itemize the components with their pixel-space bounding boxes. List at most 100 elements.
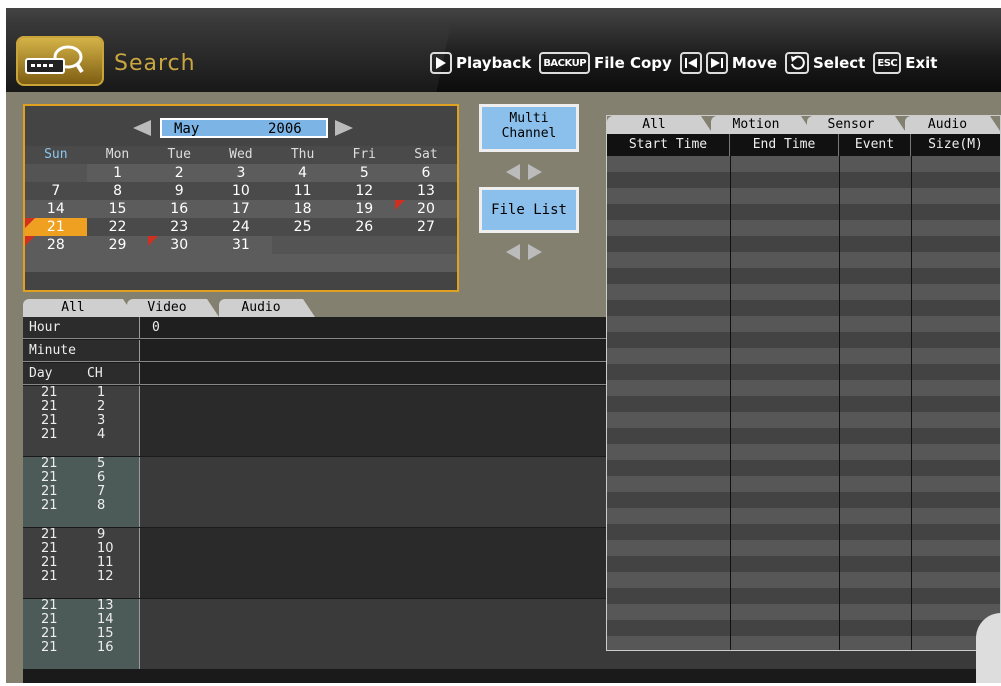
event-row[interactable] bbox=[607, 316, 1000, 332]
file-next-icon[interactable] bbox=[528, 244, 542, 260]
row-channel: 13 bbox=[97, 598, 114, 613]
event-row[interactable] bbox=[607, 476, 1000, 492]
calendar-day[interactable]: 7 bbox=[25, 182, 87, 200]
calendar-day[interactable]: 16 bbox=[148, 200, 211, 218]
calendar-day[interactable]: 23 bbox=[148, 218, 211, 236]
event-row[interactable] bbox=[607, 284, 1000, 300]
event-list-body[interactable] bbox=[607, 156, 1000, 650]
event-row[interactable] bbox=[607, 556, 1000, 572]
calendar-nav: May 2006 bbox=[25, 116, 457, 140]
event-row[interactable] bbox=[607, 204, 1000, 220]
calendar-day[interactable]: 26 bbox=[333, 218, 396, 236]
calendar-day[interactable]: 3 bbox=[210, 164, 272, 182]
calendar-day[interactable]: 4 bbox=[271, 164, 334, 182]
event-row[interactable] bbox=[607, 460, 1000, 476]
tab-event-audio[interactable]: Audio bbox=[905, 116, 1000, 134]
calendar-day[interactable]: 9 bbox=[148, 182, 211, 200]
ch-column: 9 10 11 12 bbox=[81, 528, 140, 598]
legend-move: Move bbox=[731, 54, 777, 72]
month-year-selector[interactable]: May 2006 bbox=[160, 118, 328, 138]
calendar-day[interactable]: 13 bbox=[395, 182, 457, 200]
event-row[interactable] bbox=[607, 172, 1000, 188]
row-channel: 9 bbox=[97, 527, 106, 542]
calendar-day[interactable]: 24 bbox=[210, 218, 272, 236]
calendar-day[interactable]: 17 bbox=[210, 200, 272, 218]
event-row[interactable] bbox=[607, 236, 1000, 252]
event-row[interactable] bbox=[607, 588, 1000, 604]
tab-all[interactable]: All bbox=[23, 299, 135, 317]
legend-file-copy: File Copy bbox=[594, 54, 672, 72]
calendar-day[interactable]: 12 bbox=[333, 182, 396, 200]
event-row[interactable] bbox=[607, 444, 1000, 460]
calendar-day[interactable]: 14 bbox=[25, 200, 87, 218]
prev-month-icon[interactable] bbox=[133, 120, 151, 136]
calendar-day[interactable]: 28 bbox=[25, 236, 87, 254]
calendar-day[interactable]: 25 bbox=[271, 218, 334, 236]
event-row[interactable] bbox=[607, 332, 1000, 348]
row-day: 21 bbox=[41, 498, 58, 513]
scroll-corner[interactable] bbox=[976, 613, 1001, 683]
event-row[interactable] bbox=[607, 268, 1000, 284]
event-row[interactable] bbox=[607, 524, 1000, 540]
weekday-header: Sun Mon Tue Wed Thu Fri Sat bbox=[25, 146, 457, 164]
tab-audio[interactable]: Audio bbox=[219, 299, 315, 317]
event-row[interactable] bbox=[607, 604, 1000, 620]
event-row[interactable] bbox=[607, 156, 1000, 172]
calendar-day[interactable]: 6 bbox=[395, 164, 457, 182]
tab-video[interactable]: Video bbox=[127, 299, 219, 317]
event-row[interactable] bbox=[607, 620, 1000, 636]
hour-label: Hour bbox=[23, 317, 140, 338]
calendar-day[interactable]: 8 bbox=[86, 182, 149, 200]
event-row[interactable] bbox=[607, 396, 1000, 412]
tab-event-sensor[interactable]: Sensor bbox=[807, 116, 907, 134]
event-row[interactable] bbox=[607, 428, 1000, 444]
legend-select: Select bbox=[813, 54, 866, 72]
event-row[interactable] bbox=[607, 348, 1000, 364]
event-row[interactable] bbox=[607, 508, 1000, 524]
calendar-day[interactable]: 18 bbox=[271, 200, 334, 218]
event-row[interactable] bbox=[607, 572, 1000, 588]
event-row[interactable] bbox=[607, 380, 1000, 396]
day-column: 21 21 21 21 bbox=[23, 599, 81, 669]
next-month-icon[interactable] bbox=[335, 120, 353, 136]
event-row[interactable] bbox=[607, 300, 1000, 316]
event-list: All Motion Sensor Audio Start Time End T… bbox=[606, 115, 1001, 651]
calendar-empty bbox=[395, 236, 457, 254]
event-row[interactable] bbox=[607, 492, 1000, 508]
event-row[interactable] bbox=[607, 252, 1000, 268]
event-row[interactable] bbox=[607, 220, 1000, 236]
calendar-day[interactable]: 22 bbox=[86, 218, 149, 236]
row-channel: 16 bbox=[97, 640, 114, 655]
file-list-button[interactable]: File List bbox=[479, 187, 579, 233]
file-prev-icon[interactable] bbox=[506, 244, 520, 260]
calendar-day[interactable]: 20 bbox=[395, 200, 457, 218]
calendar-week bbox=[25, 254, 457, 272]
channel-prev-icon[interactable] bbox=[506, 164, 520, 180]
calendar-day[interactable]: 11 bbox=[271, 182, 334, 200]
event-row[interactable] bbox=[607, 540, 1000, 556]
channel-next-icon[interactable] bbox=[528, 164, 542, 180]
calendar-day[interactable]: 27 bbox=[395, 218, 457, 236]
event-row[interactable] bbox=[607, 188, 1000, 204]
calendar-day[interactable]: 29 bbox=[86, 236, 149, 254]
calendar-day[interactable]: 2 bbox=[148, 164, 211, 182]
tab-event-all[interactable]: All bbox=[607, 116, 713, 134]
calendar-day[interactable]: 31 bbox=[210, 236, 272, 254]
col-start-time: Start Time bbox=[607, 134, 730, 156]
calendar-day[interactable]: 19 bbox=[333, 200, 396, 218]
tab-event-motion[interactable]: Motion bbox=[711, 116, 813, 134]
event-row[interactable] bbox=[607, 636, 1000, 650]
calendar-day[interactable]: 1 bbox=[86, 164, 149, 182]
calendar-day[interactable]: 30 bbox=[148, 236, 211, 254]
calendar-day[interactable]: 21 bbox=[25, 218, 87, 236]
row-day: 21 bbox=[41, 399, 58, 414]
multi-channel-button[interactable]: Multi Channel bbox=[479, 104, 579, 152]
calendar-grid: Sun Mon Tue Wed Thu Fri Sat 1 2 3 4 5 6 7 8 9 10 1… bbox=[25, 146, 457, 272]
calendar-day[interactable]: 10 bbox=[210, 182, 272, 200]
calendar-day[interactable]: 15 bbox=[86, 200, 149, 218]
calendar-day[interactable]: 5 bbox=[333, 164, 396, 182]
row-channel: 15 bbox=[97, 626, 114, 641]
event-row[interactable] bbox=[607, 364, 1000, 380]
ch-column: 5678 bbox=[81, 457, 140, 527]
event-row[interactable] bbox=[607, 412, 1000, 428]
